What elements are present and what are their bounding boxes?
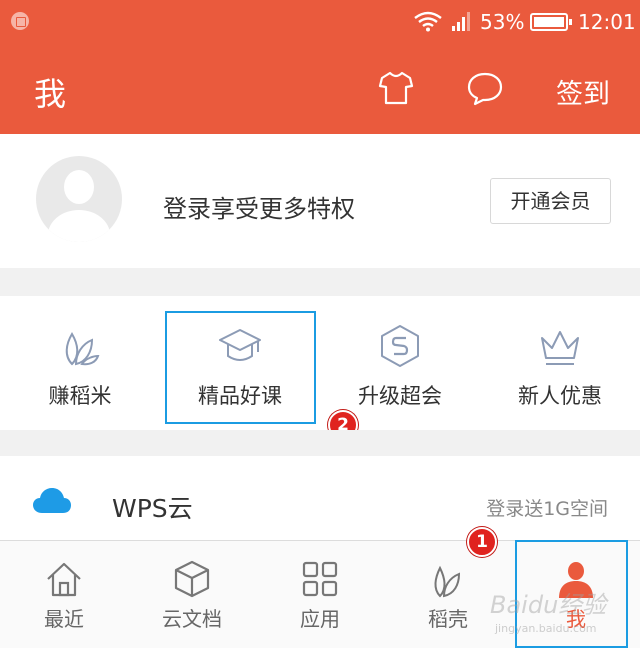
screenshot-icon — [11, 12, 29, 30]
login-prompt[interactable]: 登录享受更多特权 — [163, 189, 355, 224]
avatar-body — [48, 210, 110, 242]
open-vip-button[interactable]: 开通会员 — [490, 178, 611, 224]
skin-shirt-icon[interactable] — [378, 70, 414, 106]
status-time: 12:01 — [578, 10, 636, 34]
tab-recent[interactable]: 最近 — [0, 541, 128, 648]
battery-percent: 53% — [480, 10, 525, 34]
home-icon — [47, 562, 81, 597]
page-title: 我 — [34, 75, 67, 113]
crown-icon — [541, 331, 579, 365]
tab-label: 云文档 — [162, 607, 222, 631]
signal-icon — [452, 12, 470, 31]
tab-label: 最近 — [44, 607, 84, 631]
cloud-title: WPS云 — [112, 494, 193, 523]
status-bar: 53% 12:01 — [0, 0, 640, 44]
cube-icon — [174, 560, 210, 598]
wps-cloud-row[interactable]: WPS云 登录送1G空间 — [0, 456, 640, 540]
avatar[interactable] — [36, 156, 122, 242]
tab-apps[interactable]: 应用 — [256, 541, 384, 648]
signin-button[interactable]: 签到 — [556, 72, 610, 111]
leaf-icon — [65, 332, 100, 366]
feature-label: 新人优惠 — [518, 384, 602, 408]
feature-earn-rice[interactable]: 赚稻米 — [0, 296, 160, 430]
wifi-icon — [414, 11, 442, 32]
profile-card[interactable]: 登录享受更多特权 开通会员 — [0, 134, 640, 268]
app-header: 53% 12:01 我 签到 — [0, 0, 640, 134]
battery-icon — [530, 13, 572, 31]
section-divider — [0, 430, 640, 456]
cloud-icon — [33, 488, 71, 513]
feature-label: 升级超会 — [358, 384, 442, 408]
cloud-subtitle: 登录送1G空间 — [486, 498, 608, 520]
message-icon[interactable] — [466, 71, 504, 107]
feature-newbie-offer[interactable]: 新人优惠 — [480, 296, 640, 430]
tab-cloud-docs[interactable]: 云文档 — [128, 541, 256, 648]
feature-row: 赚稻米 精品好课 升级超会 新人优惠 — [0, 296, 640, 430]
annotation-highlight-courses — [165, 311, 316, 424]
leaf-icon — [434, 565, 461, 598]
profile-page: 53% 12:01 我 签到 登录享受更多特权 开通会员 赚稻米 精品好课 升级… — [0, 0, 640, 648]
hexagon-s-icon — [381, 325, 419, 367]
section-divider — [0, 268, 640, 296]
tab-label: 应用 — [300, 607, 340, 631]
feature-label: 赚稻米 — [48, 384, 112, 408]
baidu-watermark-url: jingyan.baidu.com — [495, 622, 597, 635]
grid-icon — [302, 561, 338, 597]
annotation-marker-1: 1 — [467, 527, 497, 557]
baidu-watermark: Baidu经验 — [490, 591, 607, 619]
avatar-head — [64, 170, 94, 204]
